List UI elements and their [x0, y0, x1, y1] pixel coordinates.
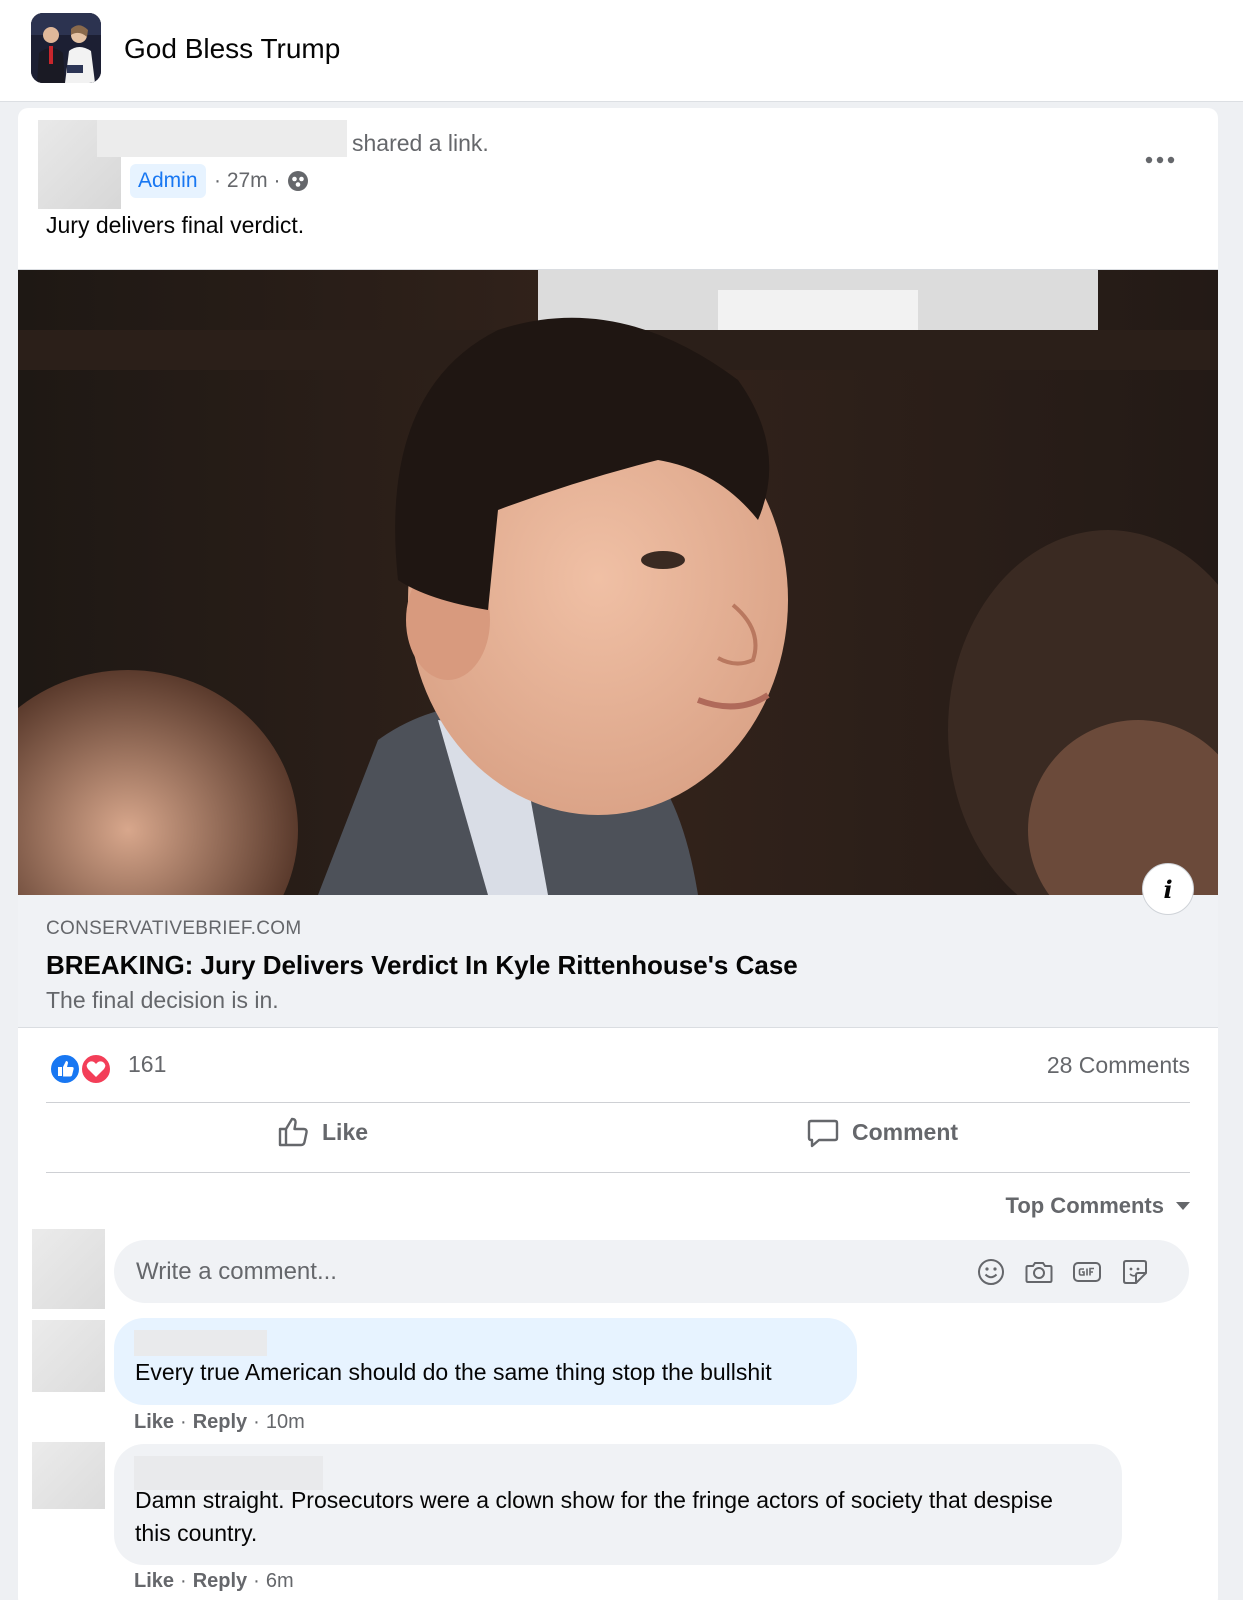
comment-composer[interactable]: [114, 1240, 1189, 1303]
comment-bubble: Every true American should do the same t…: [114, 1318, 857, 1405]
link-description: The final decision is in.: [46, 987, 279, 1013]
comment-sort-label: Top Comments: [1005, 1193, 1164, 1218]
comment-timestamp[interactable]: 6m: [266, 1570, 294, 1593]
comment-actions: Like · Reply · 6m: [134, 1570, 294, 1593]
link-title[interactable]: BREAKING: Jury Delivers Verdict In Kyle …: [46, 950, 798, 981]
comment-like-link[interactable]: Like: [134, 1570, 174, 1593]
comment-button[interactable]: Comment: [806, 1098, 958, 1166]
group-header: God Bless Trump: [0, 0, 1243, 102]
comment-input[interactable]: [136, 1240, 956, 1303]
commenter-avatar[interactable]: [32, 1320, 105, 1392]
like-button-label: Like: [322, 1118, 369, 1145]
reaction-icons[interactable]: [48, 1052, 116, 1086]
link-preview-image[interactable]: [18, 270, 1218, 895]
members-audience-icon[interactable]: [287, 170, 309, 192]
thumbs-up-icon: [278, 1117, 308, 1147]
gif-icon[interactable]: [1072, 1257, 1102, 1287]
like-button[interactable]: Like: [276, 1098, 368, 1166]
more-options-icon[interactable]: [1142, 153, 1178, 167]
comment-actions: Like · Reply · 10m: [134, 1411, 305, 1434]
post-timestamp[interactable]: · 27m ·: [214, 166, 281, 196]
caret-down-icon: [1176, 1202, 1190, 1210]
author-name-redacted: [97, 120, 347, 157]
commenter-avatar[interactable]: [32, 1442, 105, 1509]
emoji-icon[interactable]: [976, 1257, 1006, 1287]
divider: [46, 1102, 1190, 1103]
comment-text: Every true American should do the same t…: [135, 1359, 772, 1385]
comment-timestamp[interactable]: 10m: [266, 1411, 305, 1434]
group-avatar-image: [31, 13, 101, 83]
courtroom-photo: [18, 270, 1218, 895]
link-domain: CONSERVATIVEBRIEF.COM: [46, 918, 302, 939]
comment-reply-link[interactable]: Reply: [193, 1411, 247, 1434]
post-message: Jury delivers final verdict.: [46, 212, 305, 238]
comment-reply-link[interactable]: Reply: [193, 1570, 247, 1593]
viewer-avatar: [32, 1229, 105, 1309]
comment-like-link[interactable]: Like: [134, 1411, 174, 1434]
comment-sort-dropdown[interactable]: Top Comments: [1006, 1193, 1190, 1219]
link-preview[interactable]: i CONSERVATIVEBRIEF.COM BREAKING: Jury D…: [18, 269, 1218, 1028]
comment-button-label: Comment: [852, 1118, 959, 1145]
shared-link-text: shared a link.: [352, 130, 489, 156]
comment-bubble: Damn straight. Prosecutors were a clown …: [114, 1444, 1122, 1565]
reaction-count[interactable]: 161: [128, 1051, 166, 1078]
group-avatar[interactable]: [31, 13, 101, 83]
comment-text: Damn straight. Prosecutors were a clown …: [135, 1487, 1053, 1546]
group-name[interactable]: God Bless Trump: [124, 33, 340, 65]
comment-count[interactable]: 28 Comments: [1047, 1052, 1190, 1079]
post-card: shared a link. Admin · 27m · Jury delive…: [18, 108, 1218, 1600]
commenter-name-redacted[interactable]: [134, 1330, 267, 1356]
camera-icon[interactable]: [1024, 1257, 1054, 1287]
sticker-icon[interactable]: [1120, 1257, 1150, 1287]
admin-badge: Admin: [130, 164, 206, 198]
divider: [46, 1172, 1190, 1173]
speech-bubble-icon: [807, 1119, 839, 1148]
info-icon[interactable]: i: [1142, 863, 1194, 915]
